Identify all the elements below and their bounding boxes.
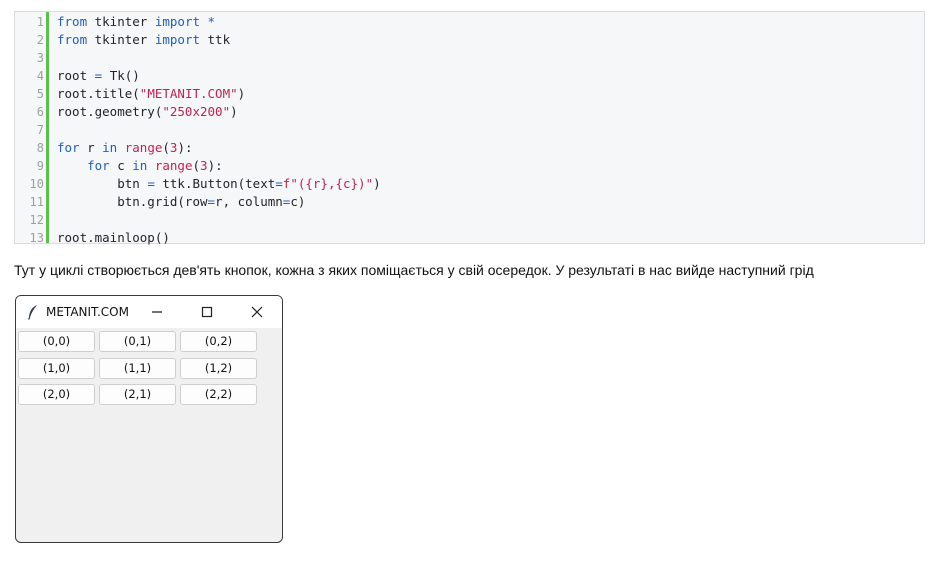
grid-button-2-2[interactable]: (2,2) xyxy=(180,384,257,405)
code-token: tkinter xyxy=(87,14,155,29)
line-number: 5 xyxy=(36,87,44,101)
code-token: c) xyxy=(290,194,306,209)
code-token: root xyxy=(57,68,95,83)
code-line: btn.grid(row=r, column=c) xyxy=(57,193,305,211)
description-paragraph: Тут у циклі створюється дев'ять кнопок, … xyxy=(14,262,814,278)
feather-icon xyxy=(28,305,37,320)
maximize-icon[interactable] xyxy=(196,302,218,322)
code-token: for xyxy=(57,140,80,155)
code-token: ): xyxy=(177,140,193,155)
line-number: 7 xyxy=(36,123,44,137)
code-token: ttk.Button(text xyxy=(154,176,276,191)
code-token: = xyxy=(207,194,216,209)
code-token: import xyxy=(154,32,200,47)
code-token: r, column xyxy=(215,194,283,209)
line-number: 9 xyxy=(36,159,44,173)
window-titlebar: METANIT.COM xyxy=(16,296,282,328)
code-token: = xyxy=(275,176,283,191)
code-token: root.mainloop() xyxy=(57,230,170,245)
code-line: root.title("METANIT.COM") xyxy=(57,85,245,103)
code-token: ) xyxy=(373,176,381,191)
code-line: root.geometry("250x200") xyxy=(57,103,238,121)
line-number: 8 xyxy=(36,141,44,155)
code-token: tkinter xyxy=(87,32,155,47)
code-token: f"({r},{c})" xyxy=(282,176,374,191)
code-token: "METANIT.COM" xyxy=(139,86,238,101)
code-token: ) xyxy=(237,86,246,101)
grid-button-2-0[interactable]: (2,0) xyxy=(18,384,95,405)
line-number: 12 xyxy=(29,213,44,227)
line-number: 10 xyxy=(29,177,44,191)
code-token: from xyxy=(57,32,88,47)
close-icon[interactable] xyxy=(246,302,268,322)
code-token: range xyxy=(154,158,193,173)
code-token: 3 xyxy=(200,158,208,173)
grid-button-0-1[interactable]: (0,1) xyxy=(99,331,176,352)
grid-button-0-2[interactable]: (0,2) xyxy=(180,331,257,352)
grid-button-1-2[interactable]: (1,2) xyxy=(180,357,257,379)
code-token: in xyxy=(132,158,148,173)
code-block: 1 2 3 4 5 6 7 8 9 10 11 12 13 from tkinter import * f… xyxy=(14,11,925,247)
code-token: "250x200" xyxy=(162,104,231,119)
code-token: range xyxy=(124,140,163,155)
grid-button-2-1[interactable]: (2,1) xyxy=(99,384,176,405)
code-accent-bar xyxy=(46,12,49,243)
line-number: 6 xyxy=(36,105,44,119)
code-token: r xyxy=(79,140,103,155)
code-token: ( xyxy=(192,158,201,173)
line-number-gutter: 1 2 3 4 5 6 7 8 9 10 11 12 13 xyxy=(15,12,48,245)
code-token: = xyxy=(147,176,155,191)
line-number: 4 xyxy=(36,69,44,83)
code-token: for xyxy=(87,158,110,173)
code-line: btn = ttk.Button(text=f"({r},{c})") xyxy=(57,175,381,193)
grid-button-1-1[interactable]: (1,1) xyxy=(99,357,176,379)
code-line: root = Tk() xyxy=(57,67,140,85)
line-number: 1 xyxy=(36,15,44,29)
code-token: btn.grid(row xyxy=(57,194,208,209)
code-token: ttk xyxy=(200,32,231,47)
line-number: 13 xyxy=(29,231,44,245)
tk-window-screenshot: METANIT.COM (0,0) (0,1) (0,2) (1,0) (1,1) (1,… xyxy=(15,295,283,543)
line-number: 11 xyxy=(29,195,44,209)
code-token: root.geometry( xyxy=(57,104,163,119)
code-token: ): xyxy=(207,158,223,173)
code-token: root.title( xyxy=(57,86,140,101)
grid-button-1-0[interactable]: (1,0) xyxy=(18,357,95,379)
code-token: from xyxy=(57,14,88,29)
code-token: import xyxy=(154,14,200,29)
code-line: from tkinter import ttk xyxy=(57,31,230,49)
code-line: for c in range(3): xyxy=(57,157,223,175)
code-token: Tk() xyxy=(102,68,140,83)
code-token: ( xyxy=(162,140,170,155)
code-token: in xyxy=(102,140,118,155)
code-token: btn xyxy=(57,176,148,191)
grid-button-0-0[interactable]: (0,0) xyxy=(18,331,95,352)
line-number: 2 xyxy=(36,33,44,47)
minimize-icon[interactable] xyxy=(146,302,168,322)
code-token: ) xyxy=(230,104,238,119)
code-line: root.mainloop() xyxy=(57,229,170,247)
window-title: METANIT.COM xyxy=(46,305,129,319)
code-line: for r in range(3): xyxy=(57,139,193,157)
code-line: from tkinter import * xyxy=(57,13,215,31)
code-token: * xyxy=(200,14,216,29)
line-number: 3 xyxy=(36,51,44,65)
code-token: c xyxy=(109,158,133,173)
